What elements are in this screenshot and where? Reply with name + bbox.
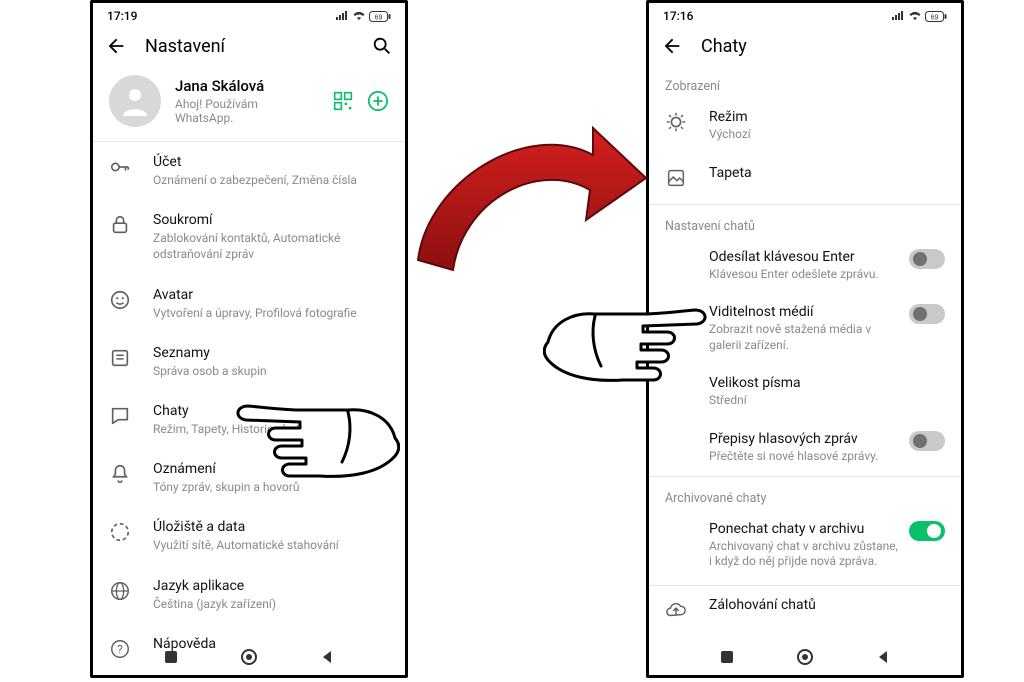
item-title: Tapeta — [709, 165, 945, 181]
settings-item-avatar[interactable]: Avatar Vytvoření a úpravy, Profilová fot… — [93, 275, 405, 333]
toggle-keep-archived[interactable] — [909, 521, 945, 541]
profile-name: Jana Skálová — [175, 77, 319, 95]
section-chatsettings: Nastavení chatů — [649, 205, 961, 238]
item-title: Přepisy hlasových zpráv — [709, 431, 899, 447]
status-bar: 17:16 69 — [649, 3, 961, 25]
add-icon[interactable] — [367, 90, 389, 112]
item-sub: Oznámení o zabezpečení, Změna čísla — [153, 172, 389, 188]
item-title: Avatar — [153, 287, 389, 303]
globe-icon — [109, 580, 131, 606]
item-title: Zálohování chatů — [709, 597, 945, 613]
chats-item-transcripts[interactable]: Přepisy hlasových zpráv Přečtěte si nové… — [649, 420, 961, 476]
item-title: Seznamy — [153, 345, 389, 361]
nav-recent-icon[interactable] — [719, 649, 735, 665]
wallpaper-icon — [665, 167, 687, 193]
qr-icon[interactable] — [333, 91, 353, 111]
item-title: Režim — [709, 109, 945, 125]
android-nav — [649, 639, 961, 675]
settings-item-privacy[interactable]: Soukromí Zablokování kontaktů, Automatic… — [93, 200, 405, 274]
settings-item-storage[interactable]: Úložiště a data Využití sítě, Automatick… — [93, 507, 405, 565]
item-sub: Využití sítě, Automatické stahování — [153, 537, 389, 553]
item-title: Viditelnost médií — [709, 304, 899, 320]
key-icon — [109, 156, 131, 182]
chats-item-theme[interactable]: Režim Výchozí — [649, 98, 961, 154]
chats-item-backup[interactable]: Zálohování chatů — [649, 586, 961, 636]
arrow-icon — [408, 110, 648, 280]
chat-icon — [109, 405, 131, 431]
item-sub: Zablokování kontaktů, Automatické odstra… — [153, 230, 389, 262]
bell-icon — [109, 463, 131, 489]
phone-settings: 17:19 69 Nastavení Jana Skálová Ahoj! Po… — [90, 0, 408, 678]
back-icon[interactable] — [105, 35, 127, 57]
item-title: Úložiště a data — [153, 519, 389, 535]
search-icon[interactable] — [371, 35, 393, 57]
svg-text:69: 69 — [931, 14, 939, 21]
toggle-enter-send[interactable] — [909, 249, 945, 269]
profile-text: Jana Skálová Ahoj! Používám WhatsApp. — [175, 77, 319, 125]
status-time: 17:19 — [107, 9, 137, 23]
avatar — [109, 75, 161, 127]
list-icon — [109, 347, 131, 373]
status-icons: 69 — [891, 11, 947, 22]
item-title: Velikost písma — [709, 375, 945, 391]
nav-home-icon[interactable] — [240, 648, 258, 666]
chats-item-keep-archived[interactable]: Ponechat chaty v archivu Archivovaný cha… — [649, 510, 961, 581]
pointing-hand-icon — [543, 282, 713, 402]
nav-back-icon[interactable] — [875, 649, 891, 665]
section-display: Zobrazení — [649, 65, 961, 98]
pointing-hand-icon — [230, 378, 400, 498]
settings-item-account[interactable]: Účet Oznámení o zabezpečení, Změna čísla — [93, 142, 405, 200]
status-icons: 69 — [335, 11, 391, 22]
nav-home-icon[interactable] — [796, 648, 814, 666]
nav-recent-icon[interactable] — [163, 649, 179, 665]
item-title: Účet — [153, 154, 389, 170]
profile-row[interactable]: Jana Skálová Ahoj! Používám WhatsApp. — [93, 65, 405, 141]
status-bar: 17:19 69 — [93, 3, 405, 25]
item-title: Soukromí — [153, 212, 389, 228]
face-icon — [109, 289, 131, 315]
profile-status: Ahoj! Používám WhatsApp. — [175, 97, 319, 125]
item-title: Odesílat klávesou Enter — [709, 249, 899, 265]
item-sub: Výchozí — [709, 127, 945, 143]
theme-icon — [665, 111, 687, 137]
header: Chaty — [649, 25, 961, 65]
settings-item-language[interactable]: Jazyk aplikace Čeština (jazyk zařízení) — [93, 566, 405, 624]
item-sub: Střední — [709, 393, 945, 409]
lock-icon — [109, 214, 131, 240]
svg-text:69: 69 — [375, 14, 383, 21]
item-title: Jazyk aplikace — [153, 578, 389, 594]
item-title: Ponechat chaty v archivu — [709, 521, 899, 537]
android-nav — [93, 639, 405, 675]
nav-back-icon[interactable] — [319, 649, 335, 665]
page-title: Chaty — [701, 36, 949, 57]
data-icon — [109, 521, 131, 547]
page-title: Nastavení — [145, 36, 353, 57]
status-time: 17:16 — [663, 9, 693, 23]
back-icon[interactable] — [661, 35, 683, 57]
item-sub: Přečtěte si nové hlasové zprávy. — [709, 449, 899, 465]
item-sub: Správa osob a skupin — [153, 363, 389, 379]
item-sub: Čeština (jazyk zařízení) — [153, 596, 389, 612]
section-archived: Archivované chaty — [649, 477, 961, 510]
item-sub: Vytvoření a úpravy, Profilová fotografie — [153, 305, 389, 321]
cloud-icon — [665, 599, 687, 625]
toggle-media-visibility[interactable] — [909, 304, 945, 324]
item-sub: Archivovaný chat v archivu zůstane, i kd… — [709, 539, 899, 570]
item-sub: Zobrazit nově stažená média v galerii za… — [709, 322, 899, 353]
toggle-transcripts[interactable] — [909, 431, 945, 451]
item-sub: Klávesou Enter odešlete zprávu. — [709, 267, 899, 283]
header: Nastavení — [93, 25, 405, 65]
chats-item-wallpaper[interactable]: Tapeta — [649, 154, 961, 204]
